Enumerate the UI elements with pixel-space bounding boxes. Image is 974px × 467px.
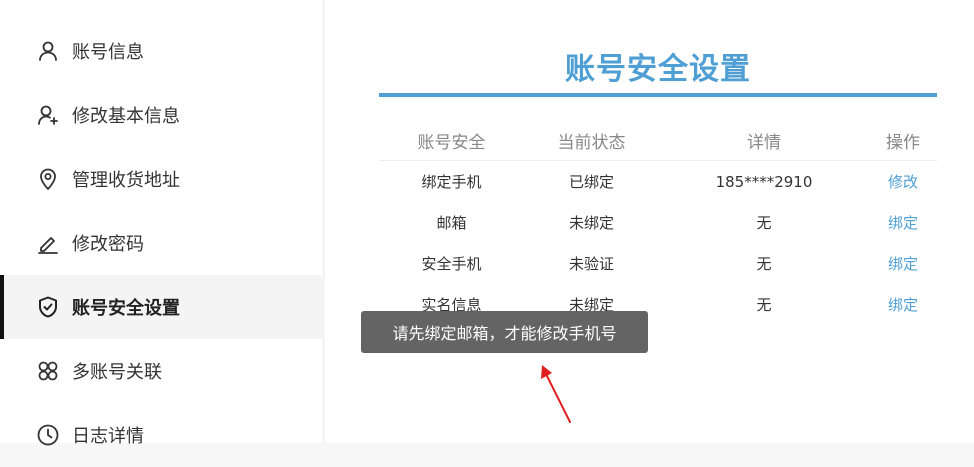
bind-security-phone-link[interactable]: 绑定 (888, 255, 918, 273)
sidebar-item-edit-basic-info[interactable]: 修改基本信息 (0, 83, 324, 147)
annotation-arrow-icon (541, 365, 571, 423)
page-title: 账号安全设置 (565, 52, 751, 87)
row-item: 邮箱 (436, 214, 467, 232)
table-header-row: 账号安全 当前状态 详情 操作 (379, 120, 937, 161)
linked-accounts-icon (36, 359, 60, 383)
toast-message: 请先绑定邮箱，才能修改手机号 (361, 311, 648, 353)
sidebar-item-label: 账号信息 (72, 42, 144, 63)
sidebar-item-account-info[interactable]: 账号信息 (0, 19, 324, 83)
row-status: 未绑定 (568, 214, 614, 232)
row-status: 已绑定 (568, 173, 614, 191)
modify-phone-link[interactable]: 修改 (888, 173, 918, 191)
row-detail: 无 (756, 255, 772, 273)
user-plus-icon (36, 103, 60, 127)
table-row: 绑定手机 已绑定 185****2910 修改 (379, 161, 937, 203)
column-header-item: 账号安全 (379, 120, 524, 161)
bind-real-name-link[interactable]: 绑定 (888, 296, 918, 314)
sidebar-item-label: 多账号关联 (72, 362, 162, 383)
shield-check-icon (36, 295, 60, 319)
clock-icon (36, 423, 60, 447)
column-header-action: 操作 (869, 120, 937, 161)
security-table: 账号安全 当前状态 详情 操作 绑定手机 已绑定 185****2910 修改 … (379, 120, 937, 325)
sidebar-item-label: 修改密码 (72, 234, 144, 255)
pencil-icon (36, 231, 60, 255)
row-detail: 无 (756, 214, 772, 232)
row-status: 未验证 (568, 255, 614, 273)
sidebar-item-label: 日志详情 (72, 426, 144, 447)
bind-email-link[interactable]: 绑定 (888, 214, 918, 232)
sidebar-item-security-settings[interactable]: 账号安全设置 (0, 275, 324, 339)
user-icon (36, 39, 60, 63)
sidebar-item-label: 账号安全设置 (72, 298, 180, 319)
row-item: 绑定手机 (421, 173, 482, 191)
main-panel: 账号安全设置 账号安全 当前状态 详情 操作 绑定手机 已绑定 185****2… (325, 0, 974, 443)
sidebar-item-multi-account[interactable]: 多账号关联 (0, 339, 324, 403)
sidebar-item-manage-address[interactable]: 管理收货地址 (0, 147, 324, 211)
sidebar-item-label: 管理收货地址 (72, 170, 180, 191)
table-row: 安全手机 未验证 无 绑定 (379, 243, 937, 284)
row-item: 安全手机 (421, 255, 482, 273)
title-divider (379, 93, 937, 97)
sidebar-item-label: 修改基本信息 (72, 106, 180, 127)
sidebar-item-change-password[interactable]: 修改密码 (0, 211, 324, 275)
column-header-detail: 详情 (659, 120, 869, 161)
row-detail: 185****2910 (715, 172, 813, 191)
table-row: 邮箱 未绑定 无 绑定 (379, 202, 937, 243)
location-pin-icon (36, 167, 60, 191)
column-header-status: 当前状态 (524, 120, 659, 161)
sidebar-item-log-details[interactable]: 日志详情 (0, 403, 324, 467)
row-detail: 无 (756, 296, 772, 314)
sidebar: 账号信息 修改基本信息 管理收货地址 修改密码 账号安全设置 多账号关联 日志详… (0, 0, 324, 447)
